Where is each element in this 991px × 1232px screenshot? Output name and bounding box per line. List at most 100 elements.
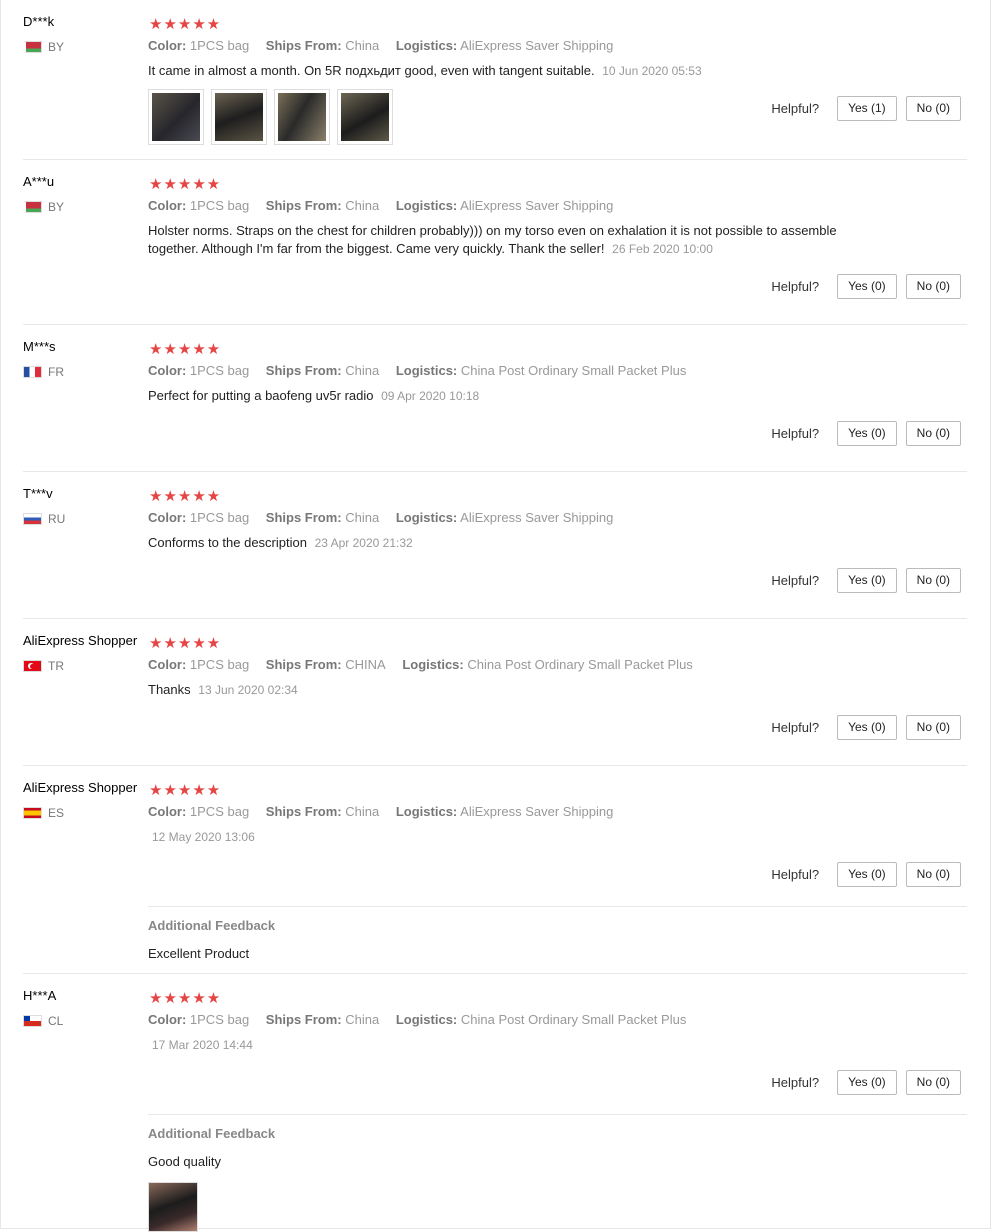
- review-text-block: 12 May 2020 13:06: [148, 828, 883, 846]
- review-photo[interactable]: [211, 89, 267, 145]
- helpful-yes-button[interactable]: Yes (0): [837, 568, 897, 593]
- review-text: Conforms to the description: [148, 535, 307, 550]
- review-text: Thanks: [148, 682, 191, 697]
- country-code: FR: [48, 365, 64, 379]
- helpful-yes-button[interactable]: Yes (1): [837, 96, 897, 121]
- review-photos: [148, 89, 400, 145]
- color-value: 1PCS bag: [189, 510, 250, 525]
- country-code: BY: [48, 200, 65, 214]
- ships-from-value: China: [345, 510, 380, 525]
- color-label: Color:: [148, 198, 187, 213]
- reviewer-country: ES: [23, 806, 64, 820]
- ships-from-value: China: [345, 363, 380, 378]
- helpful-no-button[interactable]: No (0): [905, 1070, 961, 1095]
- helpful-no-button[interactable]: No (0): [905, 274, 961, 299]
- logistics-label: Logistics:: [395, 38, 458, 53]
- country-code: TR: [48, 659, 64, 673]
- helpful-controls: Helpful? Yes (0) No (0): [771, 568, 961, 593]
- review-photo[interactable]: [337, 89, 393, 145]
- helpful-controls: Helpful? Yes (0) No (0): [771, 862, 961, 887]
- additional-feedback: Additional Feedback Excellent Product: [148, 906, 967, 974]
- logistics-value: China Post Ordinary Small Packet Plus: [467, 657, 693, 672]
- review-item: M***s FR ★★★★★ Color: 1PCS bag Ships Fro…: [23, 339, 967, 472]
- helpful-label: Helpful?: [771, 279, 820, 294]
- review-text: It came in almost a month. On 5R подхьди…: [148, 63, 595, 78]
- logistics-value: China Post Ordinary Small Packet Plus: [460, 363, 687, 378]
- reviewer-name: T***v: [23, 486, 53, 501]
- helpful-controls: Helpful? Yes (0) No (0): [771, 1070, 961, 1095]
- review-date: 12 May 2020 13:06: [152, 830, 255, 844]
- color-label: Color:: [148, 38, 187, 53]
- order-properties: Color: 1PCS bag Ships From: CHINA Logist…: [148, 657, 706, 672]
- rating-stars: ★★★★★: [149, 782, 222, 799]
- color-value: 1PCS bag: [189, 363, 250, 378]
- color-value: 1PCS bag: [189, 38, 250, 53]
- ships-from-value: China: [345, 804, 380, 819]
- logistics-label: Logistics:: [402, 657, 464, 672]
- russia-flag-icon: [23, 513, 42, 525]
- ships-from-value: China: [345, 38, 380, 53]
- color-label: Color:: [148, 1012, 187, 1027]
- rating-stars: ★★★★★: [149, 990, 222, 1007]
- ships-from-label: Ships From:: [265, 1012, 342, 1027]
- review-photo[interactable]: [148, 89, 204, 145]
- review-date: 17 Mar 2020 14:44: [152, 1038, 253, 1052]
- review-text-block: Conforms to the description 23 Apr 2020 …: [148, 534, 883, 552]
- review-date: 10 Jun 2020 05:53: [602, 64, 702, 78]
- helpful-no-button[interactable]: No (0): [905, 862, 961, 887]
- rating-stars: ★★★★★: [149, 488, 222, 505]
- order-properties: Color: 1PCS bag Ships From: China Logist…: [148, 363, 699, 378]
- helpful-yes-button[interactable]: Yes (0): [837, 1070, 897, 1095]
- rating-stars: ★★★★★: [149, 16, 222, 33]
- helpful-no-button[interactable]: No (0): [905, 421, 961, 446]
- logistics-value: AliExpress Saver Shipping: [460, 38, 614, 53]
- color-value: 1PCS bag: [189, 657, 250, 672]
- ships-from-value: China: [345, 1012, 380, 1027]
- review-text: Holster norms. Straps on the chest for c…: [148, 223, 837, 256]
- helpful-no-button[interactable]: No (0): [905, 568, 961, 593]
- review-text-block: It came in almost a month. On 5R подхьди…: [148, 62, 883, 80]
- helpful-no-button[interactable]: No (0): [905, 715, 961, 740]
- additional-feedback-title: Additional Feedback: [148, 918, 276, 933]
- reviewer-country: BY: [23, 40, 64, 54]
- helpful-no-button[interactable]: No (0): [905, 96, 961, 121]
- ships-from-label: Ships From:: [265, 38, 342, 53]
- france-flag-icon: [23, 366, 42, 378]
- order-properties: Color: 1PCS bag Ships From: China Logist…: [148, 1012, 699, 1027]
- additional-feedback-text: Good quality: [148, 1154, 221, 1169]
- reviewer-country: CL: [23, 1014, 63, 1028]
- helpful-yes-button[interactable]: Yes (0): [837, 274, 897, 299]
- helpful-yes-button[interactable]: Yes (0): [837, 715, 897, 740]
- review-photo[interactable]: [274, 89, 330, 145]
- review-date: 23 Apr 2020 21:32: [314, 536, 413, 550]
- country-code: ES: [48, 806, 65, 820]
- helpful-label: Helpful?: [771, 867, 820, 882]
- ships-from-label: Ships From:: [265, 363, 342, 378]
- review-photo[interactable]: [148, 1182, 198, 1232]
- reviewer-name: M***s: [23, 339, 56, 354]
- logistics-label: Logistics:: [395, 1012, 458, 1027]
- reviewer-name: A***u: [23, 174, 55, 189]
- rating-stars: ★★★★★: [149, 635, 222, 652]
- helpful-controls: Helpful? Yes (1) No (0): [771, 96, 961, 121]
- helpful-yes-button[interactable]: Yes (0): [837, 421, 897, 446]
- helpful-label: Helpful?: [771, 101, 820, 116]
- order-properties: Color: 1PCS bag Ships From: China Logist…: [148, 510, 626, 525]
- rating-stars: ★★★★★: [149, 176, 222, 193]
- reviewer-country: FR: [23, 365, 64, 379]
- reviews-panel: D***k BY ★★★★★ Color: 1PCS bag Ships Fro…: [0, 0, 991, 1232]
- color-label: Color:: [148, 657, 187, 672]
- review-item: T***v RU ★★★★★ Color: 1PCS bag Ships Fro…: [23, 486, 967, 619]
- helpful-label: Helpful?: [771, 426, 820, 441]
- belarus-flag-icon: [23, 201, 42, 213]
- ships-from-label: Ships From:: [265, 804, 342, 819]
- review-item: AliExpress Shopper TR ★★★★★ Color: 1PCS …: [23, 633, 967, 766]
- turkey-flag-icon: [23, 660, 42, 672]
- color-value: 1PCS bag: [189, 1012, 250, 1027]
- color-value: 1PCS bag: [189, 804, 250, 819]
- helpful-controls: Helpful? Yes (0) No (0): [771, 715, 961, 740]
- helpful-yes-button[interactable]: Yes (0): [837, 862, 897, 887]
- ships-from-value: CHINA: [345, 657, 386, 672]
- spain-flag-icon: [23, 807, 42, 819]
- ships-from-label: Ships From:: [265, 510, 342, 525]
